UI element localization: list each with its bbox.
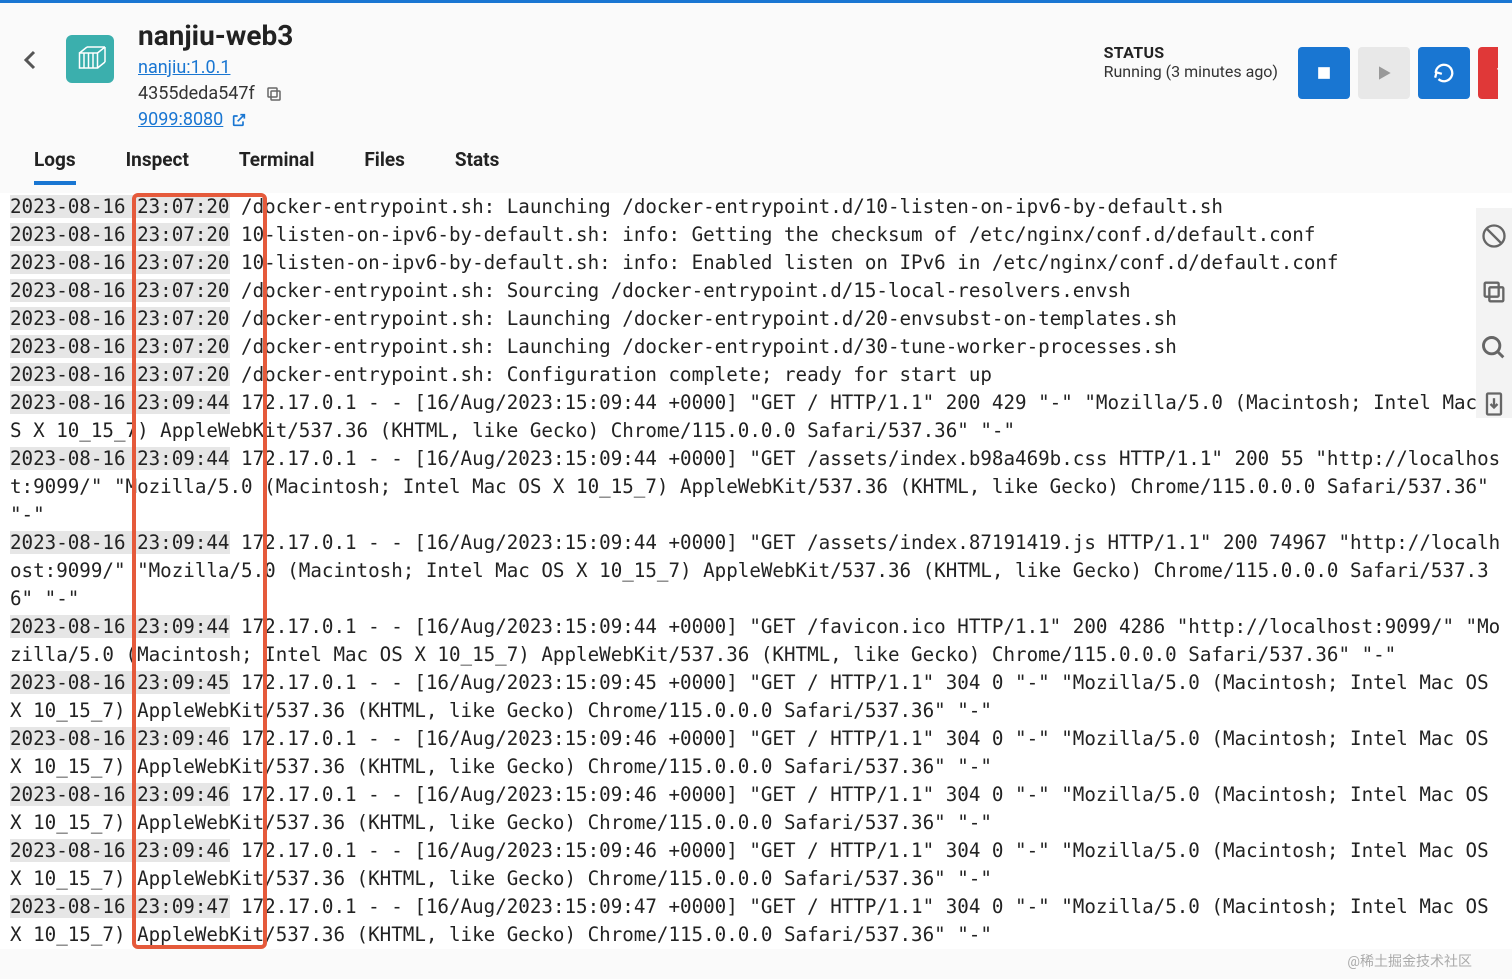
download-logs-icon[interactable] [1480,390,1508,418]
search-logs-icon[interactable] [1480,334,1508,362]
log-line: 2023-08-16 23:09:44 172.17.0.1 - - [16/A… [10,615,1500,666]
log-timestamp: 2023-08-16 23:07:20 [10,279,230,302]
log-line: 2023-08-16 23:07:20 /docker-entrypoint.s… [10,363,992,386]
log-timestamp: 2023-08-16 23:07:20 [10,307,230,330]
log-message: 172.17.0.1 - - [16/Aug/2023:15:09:45 +00… [10,671,1500,722]
restart-button[interactable] [1418,47,1470,99]
log-line: 2023-08-16 23:09:45 172.17.0.1 - - [16/A… [10,671,1500,722]
log-message: 172.17.0.1 - - [16/Aug/2023:15:09:46 +00… [10,727,1500,778]
log-message: /docker-entrypoint.sh: Launching /docker… [230,335,1177,358]
log-line: 2023-08-16 23:09:44 172.17.0.1 - - [16/A… [10,531,1500,610]
log-timestamp: 2023-08-16 23:07:20 [10,223,230,246]
log-line: 2023-08-16 23:07:20 /docker-entrypoint.s… [10,307,1177,330]
start-button[interactable] [1358,47,1410,99]
log-timestamp: 2023-08-16 23:07:20 [10,195,230,218]
log-message: /docker-entrypoint.sh: Launching /docker… [230,195,1223,218]
log-message: 172.17.0.1 - - [16/Aug/2023:15:09:44 +00… [10,447,1500,526]
log-output[interactable]: 2023-08-16 23:07:20 /docker-entrypoint.s… [0,193,1512,949]
tab-logs[interactable]: Logs [34,148,76,185]
cube-icon [72,41,108,77]
status-value: Running (3 minutes ago) [1104,62,1278,81]
log-message: 172.17.0.1 - - [16/Aug/2023:15:09:44 +00… [10,531,1500,610]
actions [1298,47,1498,99]
log-message: 172.17.0.1 - - [16/Aug/2023:15:09:47 +00… [10,895,1500,946]
tabs: Logs Inspect Terminal Files Stats [0,130,1512,185]
tab-files[interactable]: Files [364,148,405,185]
log-line: 2023-08-16 23:09:44 172.17.0.1 - - [16/A… [10,447,1500,526]
play-icon [1374,63,1394,83]
log-line: 2023-08-16 23:09:46 172.17.0.1 - - [16/A… [10,727,1500,778]
log-line: 2023-08-16 23:09:44 172.17.0.1 - - [16/A… [10,391,1500,442]
log-message: /docker-entrypoint.sh: Sourcing /docker-… [230,279,1131,302]
stop-icon [1314,63,1334,83]
ports-link: 9099:8080 [138,109,223,130]
log-line: 2023-08-16 23:07:20 /docker-entrypoint.s… [10,195,1223,218]
log-timestamp: 2023-08-16 23:09:44 [10,391,230,414]
refresh-icon [1433,62,1455,84]
log-message: 172.17.0.1 - - [16/Aug/2023:15:09:46 +00… [10,839,1500,890]
logs-panel: 2023-08-16 23:07:20 /docker-entrypoint.s… [0,193,1512,949]
log-message: 10-listen-on-ipv6-by-default.sh: info: E… [230,251,1339,274]
log-line: 2023-08-16 23:09:47 172.17.0.1 - - [16/A… [10,895,1500,946]
stop-button[interactable] [1298,47,1350,99]
external-link-icon[interactable] [231,112,247,128]
back-button[interactable] [14,43,48,77]
log-timestamp: 2023-08-16 23:09:44 [10,615,230,638]
log-timestamp: 2023-08-16 23:09:46 [10,727,230,750]
copy-icon[interactable] [265,85,283,103]
log-line: 2023-08-16 23:07:20 10-listen-on-ipv6-by… [10,223,1315,246]
image-link[interactable]: nanjiu:1.0.1 [138,57,293,78]
log-message: 172.17.0.1 - - [16/Aug/2023:15:09:44 +00… [10,615,1500,666]
container-icon [66,35,114,83]
container-info: nanjiu-web3 nanjiu:1.0.1 4355deda547f 90… [138,13,293,130]
container-title: nanjiu-web3 [138,19,293,52]
tab-stats[interactable]: Stats [455,148,500,185]
log-timestamp: 2023-08-16 23:09:47 [10,895,230,918]
log-message: /docker-entrypoint.sh: Configuration com… [230,363,992,386]
log-message: 10-listen-on-ipv6-by-default.sh: info: G… [230,223,1316,246]
log-message: 172.17.0.1 - - [16/Aug/2023:15:09:46 +00… [10,783,1500,834]
chevron-left-icon [19,48,43,72]
log-message: /docker-entrypoint.sh: Launching /docker… [230,307,1177,330]
log-message: 172.17.0.1 - - [16/Aug/2023:15:09:44 +00… [10,391,1500,442]
log-timestamp: 2023-08-16 23:09:46 [10,783,230,806]
log-line: 2023-08-16 23:07:20 /docker-entrypoint.s… [10,335,1177,358]
log-timestamp: 2023-08-16 23:07:20 [10,251,230,274]
log-timestamp: 2023-08-16 23:09:44 [10,447,230,470]
log-timestamp: 2023-08-16 23:09:45 [10,671,230,694]
log-line: 2023-08-16 23:07:20 10-listen-on-ipv6-by… [10,251,1338,274]
log-line: 2023-08-16 23:09:46 172.17.0.1 - - [16/A… [10,839,1500,890]
log-toolbar [1476,208,1512,418]
log-line: 2023-08-16 23:09:46 172.17.0.1 - - [16/A… [10,783,1500,834]
log-line: 2023-08-16 23:07:20 /docker-entrypoint.s… [10,279,1131,302]
tab-terminal[interactable]: Terminal [239,148,314,185]
delete-button[interactable] [1478,47,1498,99]
log-timestamp: 2023-08-16 23:07:20 [10,335,230,358]
trash-icon [1494,63,1498,83]
log-timestamp: 2023-08-16 23:09:46 [10,839,230,862]
log-timestamp: 2023-08-16 23:07:20 [10,363,230,386]
watermark: @稀土掘金技术社区 [1347,951,1472,971]
status-block: STATUS Running (3 minutes ago) [1104,43,1278,81]
tab-inspect[interactable]: Inspect [126,148,189,185]
log-timestamp: 2023-08-16 23:09:44 [10,531,230,554]
container-header: nanjiu-web3 nanjiu:1.0.1 4355deda547f 90… [0,3,1512,130]
status-label: STATUS [1104,43,1278,62]
container-id: 4355deda547f [138,83,255,104]
copy-logs-icon[interactable] [1480,278,1508,306]
clear-logs-icon[interactable] [1480,222,1508,250]
